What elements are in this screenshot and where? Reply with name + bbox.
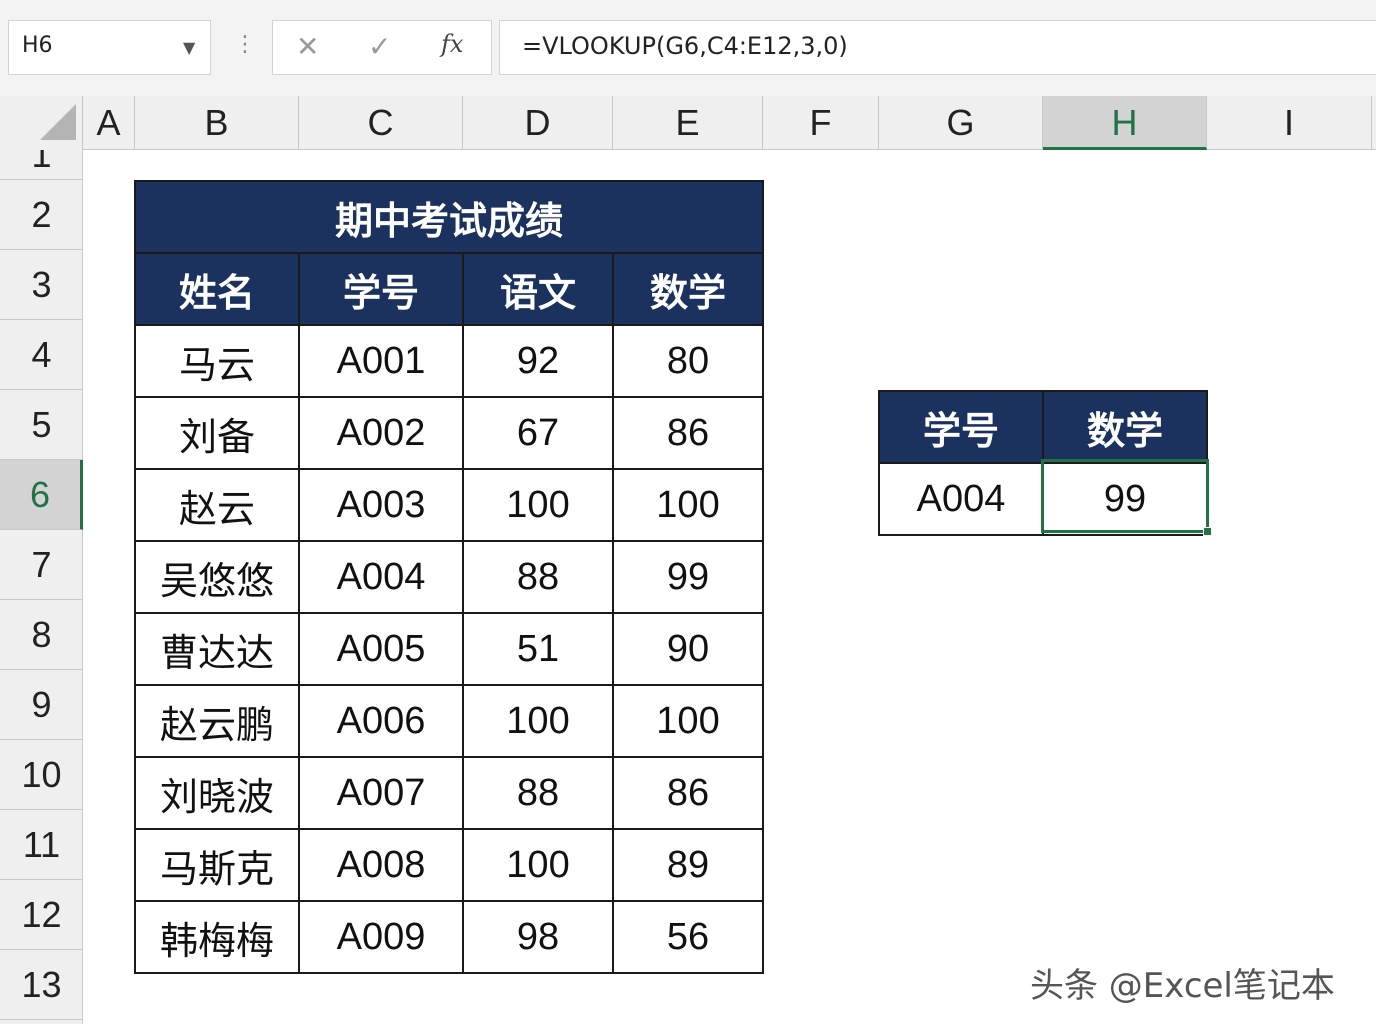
table-row: 马云 A001 92 80 — [134, 324, 764, 398]
row-header-12[interactable]: 12 — [0, 880, 83, 950]
cell[interactable]: 89 — [612, 828, 764, 902]
column-header-b[interactable]: B — [135, 96, 299, 150]
table-row: 刘备 A002 67 86 — [134, 396, 764, 470]
cell[interactable]: 100 — [612, 468, 764, 542]
cell[interactable]: 马云 — [134, 324, 300, 398]
cell[interactable]: 100 — [462, 468, 614, 542]
fill-handle[interactable] — [1203, 527, 1212, 536]
cell[interactable]: A006 — [298, 684, 464, 758]
header-chinese[interactable]: 语文 — [462, 252, 614, 326]
column-header-d[interactable]: D — [463, 96, 613, 150]
row-header-8[interactable]: 8 — [0, 600, 83, 670]
cell[interactable]: 吴悠悠 — [134, 540, 300, 614]
cancel-icon[interactable]: ✕ — [296, 30, 319, 63]
column-header-f[interactable]: F — [763, 96, 879, 150]
cell[interactable]: A008 — [298, 828, 464, 902]
cell[interactable]: 刘备 — [134, 396, 300, 470]
column-header-i[interactable]: I — [1207, 96, 1372, 150]
cell[interactable]: 88 — [462, 540, 614, 614]
cell[interactable]: 92 — [462, 324, 614, 398]
row-header-4[interactable]: 4 — [0, 320, 83, 390]
header-id[interactable]: 学号 — [298, 252, 464, 326]
row-header-2[interactable]: 2 — [0, 180, 83, 250]
lookup-id-cell[interactable]: A004 — [878, 462, 1044, 536]
header-math[interactable]: 数学 — [612, 252, 764, 326]
cell[interactable]: A005 — [298, 612, 464, 686]
cell[interactable]: 90 — [612, 612, 764, 686]
cell[interactable]: A007 — [298, 756, 464, 830]
column-header-e[interactable]: E — [613, 96, 763, 150]
confirm-icon[interactable]: ✓ — [368, 30, 391, 63]
table-row: 吴悠悠 A004 88 99 — [134, 540, 764, 614]
cell[interactable]: 100 — [612, 684, 764, 758]
cell[interactable]: 赵云 — [134, 468, 300, 542]
column-header-g[interactable]: G — [879, 96, 1043, 150]
cell[interactable]: 100 — [462, 684, 614, 758]
cell[interactable]: 韩梅梅 — [134, 900, 300, 974]
active-cell-border — [1041, 459, 1209, 533]
cell[interactable]: A004 — [298, 540, 464, 614]
watermark: 头条 @Excel笔记本 — [1030, 966, 1335, 1006]
table-title[interactable]: 期中考试成绩 — [134, 180, 764, 254]
row-header-7[interactable]: 7 — [0, 530, 83, 600]
formula-text: =VLOOKUP(G6,C4:E12,3,0) — [522, 32, 848, 60]
cell[interactable]: 马斯克 — [134, 828, 300, 902]
cell[interactable]: 99 — [612, 540, 764, 614]
cell[interactable]: 86 — [612, 396, 764, 470]
column-header-h[interactable]: H — [1043, 96, 1207, 150]
row-header-5[interactable]: 5 — [0, 390, 83, 460]
table-row: 赵云鹏 A006 100 100 — [134, 684, 764, 758]
cell[interactable]: A003 — [298, 468, 464, 542]
table-row: 赵云 A003 100 100 — [134, 468, 764, 542]
column-header-a[interactable]: A — [83, 96, 135, 150]
cell[interactable]: A001 — [298, 324, 464, 398]
row-header-6[interactable]: 6 — [0, 460, 83, 530]
cell[interactable]: 100 — [462, 828, 614, 902]
cell[interactable]: 80 — [612, 324, 764, 398]
cell[interactable]: 98 — [462, 900, 614, 974]
header-name[interactable]: 姓名 — [134, 252, 300, 326]
score-table: 期中考试成绩 姓名 学号 语文 数学 马云 A001 92 80 刘备 A002… — [134, 180, 764, 974]
cell[interactable]: 56 — [612, 900, 764, 974]
column-header-c[interactable]: C — [299, 96, 463, 150]
drag-grip-icon[interactable]: ⋮ — [234, 32, 256, 57]
cell[interactable]: 86 — [612, 756, 764, 830]
cell[interactable]: A009 — [298, 900, 464, 974]
select-all-icon — [40, 104, 76, 140]
lookup-header-id[interactable]: 学号 — [878, 390, 1044, 464]
cell[interactable]: 51 — [462, 612, 614, 686]
row-header-10[interactable]: 10 — [0, 740, 83, 810]
cell[interactable]: 刘晓波 — [134, 756, 300, 830]
row-header-13[interactable]: 13 — [0, 950, 83, 1020]
name-box-value: H6 — [22, 33, 53, 58]
row-header-9[interactable]: 9 — [0, 670, 83, 740]
cell[interactable]: 曹达达 — [134, 612, 300, 686]
table-row: 刘晓波 A007 88 86 — [134, 756, 764, 830]
insert-function-icon[interactable]: fx — [441, 30, 463, 58]
row-header-11[interactable]: 11 — [0, 810, 83, 880]
cell[interactable]: 88 — [462, 756, 614, 830]
lookup-header-math[interactable]: 数学 — [1042, 390, 1208, 464]
chevron-down-icon[interactable]: ▼ — [183, 38, 195, 57]
table-row: 曹达达 A005 51 90 — [134, 612, 764, 686]
table-row: 韩梅梅 A009 98 56 — [134, 900, 764, 974]
cell[interactable]: A002 — [298, 396, 464, 470]
table-row: 马斯克 A008 100 89 — [134, 828, 764, 902]
row-header-3[interactable]: 3 — [0, 250, 83, 320]
cell[interactable]: 赵云鹏 — [134, 684, 300, 758]
row-header-1[interactable]: 1 — [0, 150, 83, 180]
cell[interactable]: 67 — [462, 396, 614, 470]
